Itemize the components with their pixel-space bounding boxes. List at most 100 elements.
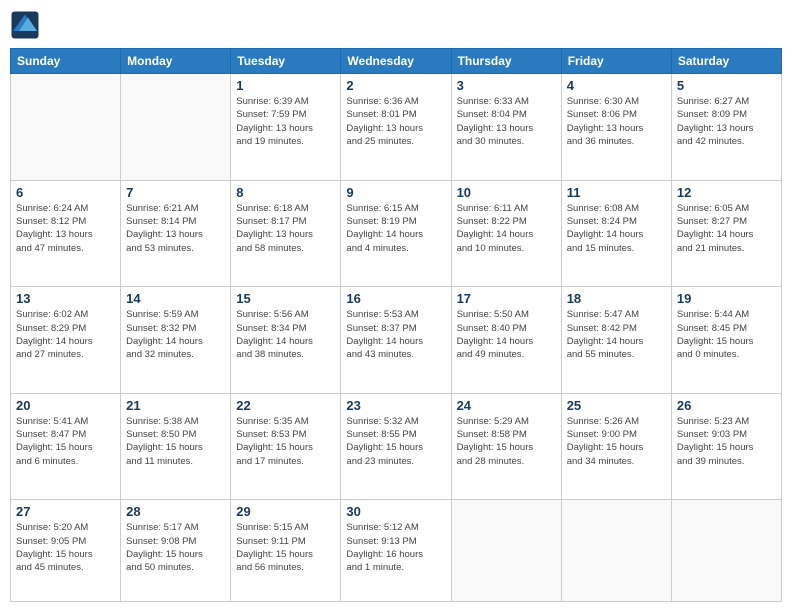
calendar-cell: 24Sunrise: 5:29 AMSunset: 8:58 PMDayligh… (451, 393, 561, 500)
day-number: 6 (16, 185, 115, 200)
calendar-cell: 17 Sunrise: 5:50 AMSunset: 8:40 PMDayligh… (451, 287, 561, 394)
day-number: 10 (457, 185, 556, 200)
day-info: Sunrise: 5:29 AMSunset: 8:58 PMDaylight:… (457, 415, 556, 468)
week-row-3: 13 Sunrise: 6:02 AMSunset: 8:29 PMDayligh… (11, 287, 782, 394)
day-number: 19 (677, 291, 776, 306)
day-info: Sunrise: 5:12 AMSunset: 9:13 PMDaylight:… (346, 521, 445, 574)
calendar-cell (11, 74, 121, 181)
day-info: Sunrise: 6:24 AMSunset: 8:12 PMDaylight:… (16, 202, 115, 255)
day-number: 29 (236, 504, 335, 519)
day-number: 30 (346, 504, 445, 519)
week-row-4: 20Sunrise: 5:41 AMSunset: 8:47 PMDayligh… (11, 393, 782, 500)
day-number: 2 (346, 78, 445, 93)
day-number: 9 (346, 185, 445, 200)
col-wednesday: Wednesday (341, 49, 451, 74)
calendar-cell: 26Sunrise: 5:23 AMSunset: 9:03 PMDayligh… (671, 393, 781, 500)
calendar-cell: 2 Sunrise: 6:36 AMSunset: 8:01 PMDaylight… (341, 74, 451, 181)
day-info: Sunrise: 6:36 AMSunset: 8:01 PMDaylight:… (346, 95, 445, 148)
day-info: Sunrise: 6:30 AMSunset: 8:06 PMDaylight:… (567, 95, 666, 148)
calendar-cell: 25 Sunrise: 5:26 AMSunset: 9:00 PMDayligh… (561, 393, 671, 500)
day-number: 1 (236, 78, 335, 93)
calendar-cell: 5 Sunrise: 6:27 AMSunset: 8:09 PMDaylight… (671, 74, 781, 181)
day-number: 26 (677, 398, 776, 413)
calendar-cell (451, 500, 561, 602)
day-number: 15 (236, 291, 335, 306)
day-number: 21 (126, 398, 225, 413)
day-info: Sunrise: 5:17 AMSunset: 9:08 PMDaylight:… (126, 521, 225, 574)
day-info: Sunrise: 5:38 AMSunset: 8:50 PMDaylight:… (126, 415, 225, 468)
col-monday: Monday (121, 49, 231, 74)
calendar-cell: 28 Sunrise: 5:17 AMSunset: 9:08 PMDayligh… (121, 500, 231, 602)
day-number: 23 (346, 398, 445, 413)
day-number: 25 (567, 398, 666, 413)
day-info: Sunrise: 6:05 AMSunset: 8:27 PMDaylight:… (677, 202, 776, 255)
day-info: Sunrise: 5:41 AMSunset: 8:47 PMDaylight:… (16, 415, 115, 468)
day-number: 22 (236, 398, 335, 413)
day-number: 8 (236, 185, 335, 200)
day-info: Sunrise: 5:32 AMSunset: 8:55 PMDaylight:… (346, 415, 445, 468)
header (10, 10, 782, 40)
calendar-cell: 10 Sunrise: 6:11 AMSunset: 8:22 PMDayligh… (451, 180, 561, 287)
day-number: 18 (567, 291, 666, 306)
day-info: Sunrise: 5:15 AMSunset: 9:11 PMDaylight:… (236, 521, 335, 574)
calendar-cell: 3Sunrise: 6:33 AMSunset: 8:04 PMDaylight… (451, 74, 561, 181)
calendar-cell: 20Sunrise: 5:41 AMSunset: 8:47 PMDayligh… (11, 393, 121, 500)
day-number: 4 (567, 78, 666, 93)
calendar-cell: 19Sunrise: 5:44 AMSunset: 8:45 PMDayligh… (671, 287, 781, 394)
calendar-cell: 7Sunrise: 6:21 AMSunset: 8:14 PMDaylight… (121, 180, 231, 287)
day-info: Sunrise: 6:08 AMSunset: 8:24 PMDaylight:… (567, 202, 666, 255)
calendar-cell: 27 Sunrise: 5:20 AMSunset: 9:05 PMDayligh… (11, 500, 121, 602)
day-number: 5 (677, 78, 776, 93)
calendar-cell: 14Sunrise: 5:59 AMSunset: 8:32 PMDayligh… (121, 287, 231, 394)
calendar-cell: 23 Sunrise: 5:32 AMSunset: 8:55 PMDayligh… (341, 393, 451, 500)
day-info: Sunrise: 5:50 AMSunset: 8:40 PMDaylight:… (457, 308, 556, 361)
day-info: Sunrise: 6:27 AMSunset: 8:09 PMDaylight:… (677, 95, 776, 148)
calendar-cell: 11 Sunrise: 6:08 AMSunset: 8:24 PMDayligh… (561, 180, 671, 287)
calendar-cell: 18 Sunrise: 5:47 AMSunset: 8:42 PMDayligh… (561, 287, 671, 394)
calendar-cell: 1 Sunrise: 6:39 AMSunset: 7:59 PMDaylight… (231, 74, 341, 181)
day-info: Sunrise: 6:39 AMSunset: 7:59 PMDaylight:… (236, 95, 335, 148)
day-number: 28 (126, 504, 225, 519)
col-thursday: Thursday (451, 49, 561, 74)
calendar-cell (561, 500, 671, 602)
calendar-cell: 16 Sunrise: 5:53 AMSunset: 8:37 PMDayligh… (341, 287, 451, 394)
week-row-2: 6 Sunrise: 6:24 AMSunset: 8:12 PMDaylight… (11, 180, 782, 287)
col-sunday: Sunday (11, 49, 121, 74)
calendar-cell: 29 Sunrise: 5:15 AMSunset: 9:11 PMDayligh… (231, 500, 341, 602)
calendar-cell: 8Sunrise: 6:18 AMSunset: 8:17 PMDaylight… (231, 180, 341, 287)
logo (10, 10, 44, 40)
day-number: 12 (677, 185, 776, 200)
day-number: 27 (16, 504, 115, 519)
day-number: 7 (126, 185, 225, 200)
calendar-cell: 22 Sunrise: 5:35 AMSunset: 8:53 PMDayligh… (231, 393, 341, 500)
day-info: Sunrise: 6:11 AMSunset: 8:22 PMDaylight:… (457, 202, 556, 255)
day-info: Sunrise: 5:20 AMSunset: 9:05 PMDaylight:… (16, 521, 115, 574)
day-number: 13 (16, 291, 115, 306)
day-number: 17 (457, 291, 556, 306)
day-info: Sunrise: 6:15 AMSunset: 8:19 PMDaylight:… (346, 202, 445, 255)
day-info: Sunrise: 5:47 AMSunset: 8:42 PMDaylight:… (567, 308, 666, 361)
calendar-cell (121, 74, 231, 181)
day-number: 11 (567, 185, 666, 200)
day-number: 3 (457, 78, 556, 93)
page: Sunday Monday Tuesday Wednesday Thursday… (0, 0, 792, 612)
calendar-cell: 13 Sunrise: 6:02 AMSunset: 8:29 PMDayligh… (11, 287, 121, 394)
day-info: Sunrise: 5:35 AMSunset: 8:53 PMDaylight:… (236, 415, 335, 468)
day-info: Sunrise: 6:02 AMSunset: 8:29 PMDaylight:… (16, 308, 115, 361)
calendar-cell: 9 Sunrise: 6:15 AMSunset: 8:19 PMDaylight… (341, 180, 451, 287)
day-info: Sunrise: 5:53 AMSunset: 8:37 PMDaylight:… (346, 308, 445, 361)
calendar-cell: 4 Sunrise: 6:30 AMSunset: 8:06 PMDaylight… (561, 74, 671, 181)
day-info: Sunrise: 5:59 AMSunset: 8:32 PMDaylight:… (126, 308, 225, 361)
col-friday: Friday (561, 49, 671, 74)
week-row-5: 27 Sunrise: 5:20 AMSunset: 9:05 PMDayligh… (11, 500, 782, 602)
day-info: Sunrise: 5:56 AMSunset: 8:34 PMDaylight:… (236, 308, 335, 361)
calendar-table: Sunday Monday Tuesday Wednesday Thursday… (10, 48, 782, 602)
calendar-cell: 21 Sunrise: 5:38 AMSunset: 8:50 PMDayligh… (121, 393, 231, 500)
calendar-header-row: Sunday Monday Tuesday Wednesday Thursday… (11, 49, 782, 74)
calendar-cell: 6 Sunrise: 6:24 AMSunset: 8:12 PMDaylight… (11, 180, 121, 287)
calendar-cell (671, 500, 781, 602)
day-number: 16 (346, 291, 445, 306)
day-info: Sunrise: 5:26 AMSunset: 9:00 PMDaylight:… (567, 415, 666, 468)
col-tuesday: Tuesday (231, 49, 341, 74)
calendar-cell: 12 Sunrise: 6:05 AMSunset: 8:27 PMDayligh… (671, 180, 781, 287)
